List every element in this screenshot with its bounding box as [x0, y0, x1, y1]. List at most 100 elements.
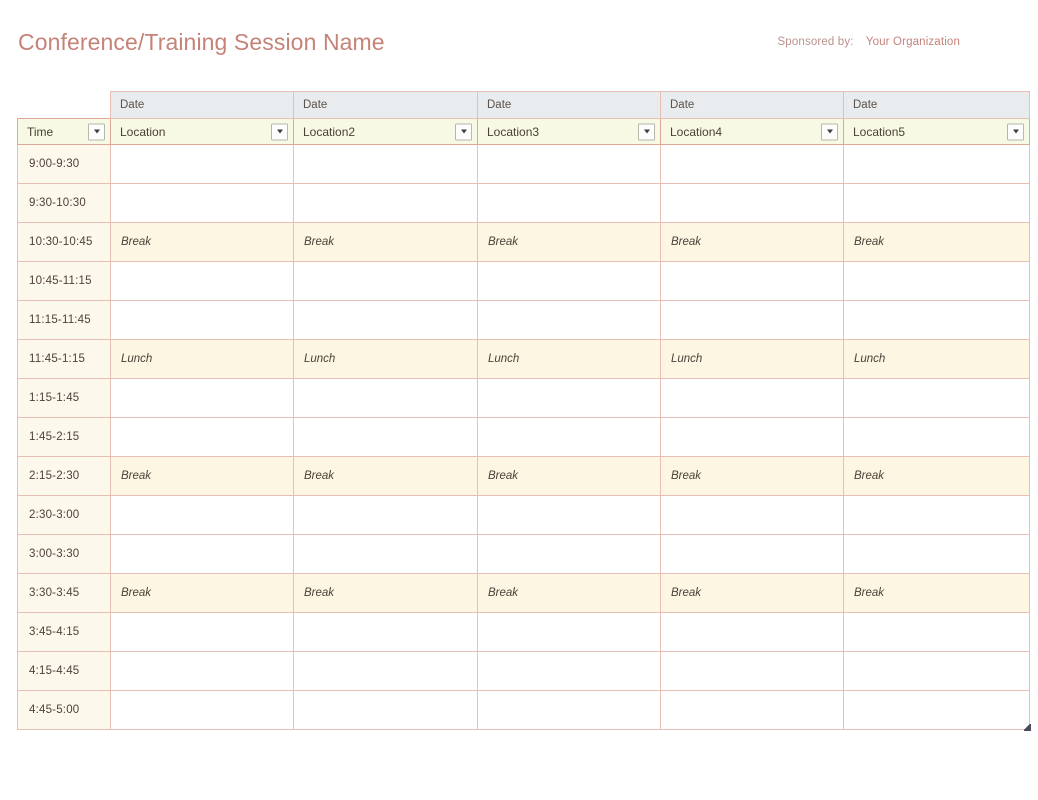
- session-cell[interactable]: Lunch: [477, 339, 661, 379]
- session-cell[interactable]: Break: [477, 573, 661, 613]
- location-header-1[interactable]: Location: [110, 118, 294, 145]
- session-cell[interactable]: Lunch: [293, 339, 478, 379]
- session-cell[interactable]: Break: [110, 456, 294, 496]
- session-cell[interactable]: [293, 261, 478, 301]
- session-cell[interactable]: [293, 378, 478, 418]
- session-cell[interactable]: [660, 378, 844, 418]
- session-cell[interactable]: [110, 261, 294, 301]
- session-cell[interactable]: [660, 495, 844, 535]
- time-slot-cell[interactable]: 3:00-3:30: [17, 534, 111, 574]
- time-slot-cell[interactable]: 4:45-5:00: [17, 690, 111, 730]
- session-cell[interactable]: [660, 300, 844, 340]
- time-slot-cell[interactable]: 3:45-4:15: [17, 612, 111, 652]
- session-cell[interactable]: [110, 651, 294, 691]
- session-cell[interactable]: Break: [660, 573, 844, 613]
- session-cell[interactable]: Break: [293, 573, 478, 613]
- location-header-2[interactable]: Location2: [293, 118, 478, 145]
- session-cell[interactable]: [477, 651, 661, 691]
- filter-button-location-3[interactable]: [638, 123, 655, 140]
- session-cell[interactable]: [660, 651, 844, 691]
- session-cell[interactable]: [660, 183, 844, 223]
- session-cell[interactable]: [110, 612, 294, 652]
- location-header-5[interactable]: Location5: [843, 118, 1030, 145]
- session-cell[interactable]: [477, 300, 661, 340]
- session-cell[interactable]: [843, 183, 1030, 223]
- time-slot-cell[interactable]: 3:30-3:45: [17, 573, 111, 613]
- time-slot-cell[interactable]: 1:45-2:15: [17, 417, 111, 457]
- session-cell[interactable]: [110, 183, 294, 223]
- time-slot-cell[interactable]: 2:30-3:00: [17, 495, 111, 535]
- session-cell[interactable]: [843, 261, 1030, 301]
- session-cell[interactable]: [843, 300, 1030, 340]
- table-resize-handle[interactable]: [1024, 724, 1031, 731]
- session-cell[interactable]: [477, 534, 661, 574]
- session-cell[interactable]: [843, 144, 1030, 184]
- session-cell[interactable]: [293, 144, 478, 184]
- filter-button-time[interactable]: [88, 123, 105, 140]
- date-header-cell-2[interactable]: Date: [293, 91, 478, 119]
- session-cell[interactable]: [843, 534, 1030, 574]
- date-header-cell-1[interactable]: Date: [110, 91, 294, 119]
- session-cell[interactable]: [110, 534, 294, 574]
- session-cell[interactable]: Break: [660, 456, 844, 496]
- session-cell[interactable]: Break: [660, 222, 844, 262]
- session-cell[interactable]: [660, 690, 844, 730]
- time-slot-cell[interactable]: 11:15-11:45: [17, 300, 111, 340]
- session-cell[interactable]: [110, 495, 294, 535]
- session-cell[interactable]: [110, 690, 294, 730]
- session-cell[interactable]: [293, 534, 478, 574]
- session-cell[interactable]: [843, 690, 1030, 730]
- session-cell[interactable]: [477, 261, 661, 301]
- filter-button-location-1[interactable]: [271, 123, 288, 140]
- session-cell[interactable]: Lunch: [660, 339, 844, 379]
- session-cell[interactable]: [843, 378, 1030, 418]
- session-cell[interactable]: [477, 417, 661, 457]
- time-slot-cell[interactable]: 4:15-4:45: [17, 651, 111, 691]
- time-slot-cell[interactable]: 1:15-1:45: [17, 378, 111, 418]
- session-cell[interactable]: [660, 417, 844, 457]
- time-slot-cell[interactable]: 2:15-2:30: [17, 456, 111, 496]
- session-cell[interactable]: [110, 378, 294, 418]
- date-header-cell-5[interactable]: Date: [843, 91, 1030, 119]
- session-cell[interactable]: [660, 612, 844, 652]
- session-cell[interactable]: [293, 612, 478, 652]
- location-header-3[interactable]: Location3: [477, 118, 661, 145]
- session-cell[interactable]: [110, 144, 294, 184]
- session-cell[interactable]: Break: [477, 456, 661, 496]
- time-slot-cell[interactable]: 9:30-10:30: [17, 183, 111, 223]
- session-cell[interactable]: [843, 651, 1030, 691]
- session-cell[interactable]: Lunch: [110, 339, 294, 379]
- location-header-4[interactable]: Location4: [660, 118, 844, 145]
- session-cell[interactable]: [477, 183, 661, 223]
- session-cell[interactable]: [660, 144, 844, 184]
- session-cell[interactable]: [293, 300, 478, 340]
- session-cell[interactable]: [477, 612, 661, 652]
- session-cell[interactable]: [110, 300, 294, 340]
- session-cell[interactable]: Break: [110, 222, 294, 262]
- session-cell[interactable]: [293, 183, 478, 223]
- session-cell[interactable]: Lunch: [843, 339, 1030, 379]
- session-cell[interactable]: [477, 495, 661, 535]
- session-cell[interactable]: [293, 651, 478, 691]
- time-slot-cell[interactable]: 10:30-10:45: [17, 222, 111, 262]
- session-cell[interactable]: Break: [843, 573, 1030, 613]
- session-cell[interactable]: [110, 417, 294, 457]
- session-cell[interactable]: [477, 144, 661, 184]
- session-cell[interactable]: [477, 378, 661, 418]
- session-cell[interactable]: Break: [293, 456, 478, 496]
- session-cell[interactable]: [843, 495, 1030, 535]
- session-cell[interactable]: [293, 495, 478, 535]
- date-header-cell-3[interactable]: Date: [477, 91, 661, 119]
- filter-button-location-2[interactable]: [455, 123, 472, 140]
- sponsor-value[interactable]: Your Organization: [866, 36, 960, 48]
- session-cell[interactable]: [660, 261, 844, 301]
- time-column-header[interactable]: Time: [17, 118, 111, 145]
- session-cell[interactable]: [843, 612, 1030, 652]
- time-slot-cell[interactable]: 10:45-11:15: [17, 261, 111, 301]
- session-cell[interactable]: Break: [843, 222, 1030, 262]
- session-cell[interactable]: [293, 417, 478, 457]
- session-cell[interactable]: [843, 417, 1030, 457]
- filter-button-location-4[interactable]: [821, 123, 838, 140]
- time-slot-cell[interactable]: 11:45-1:15: [17, 339, 111, 379]
- session-cell[interactable]: Break: [293, 222, 478, 262]
